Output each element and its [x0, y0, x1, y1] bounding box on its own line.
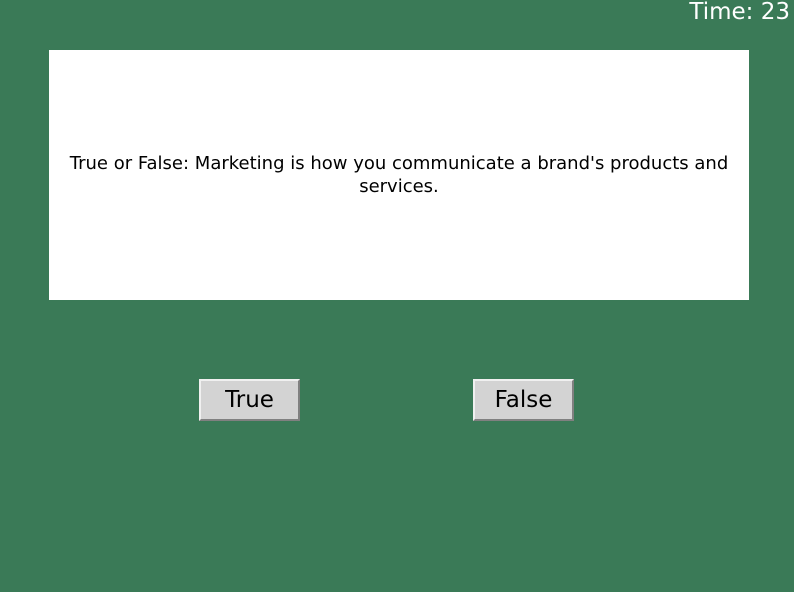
question-panel: True or False: Marketing is how you comm… [49, 50, 749, 300]
false-button[interactable]: False [473, 379, 574, 421]
question-text: True or False: Marketing is how you comm… [69, 153, 729, 197]
true-button[interactable]: True [199, 379, 300, 421]
timer-display: Time: 23 [689, 0, 790, 25]
